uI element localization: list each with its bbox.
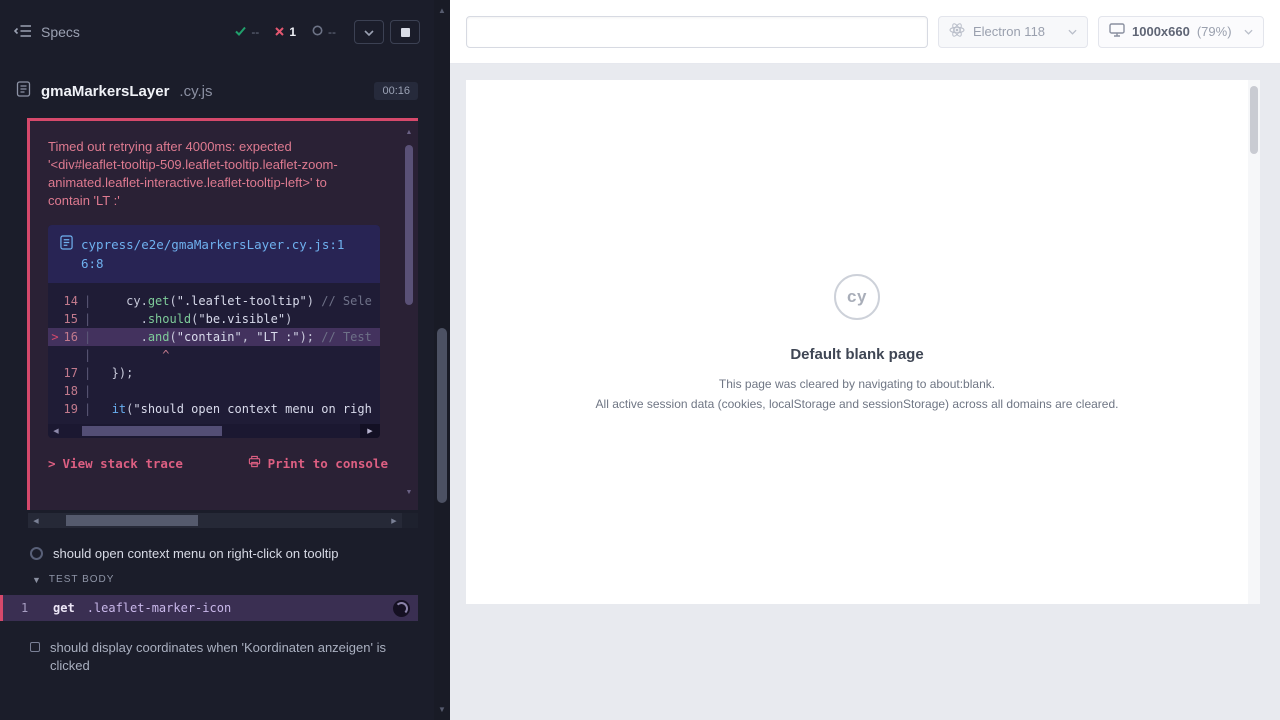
scroll-left-icon[interactable]: ◀ [48,427,64,435]
main-area: Electron 118 1000x660 (79%) cy Default b… [450,0,1280,720]
viewport-scale: (79%) [1197,24,1232,39]
chevron-down-icon [364,23,374,41]
test-item-running[interactable]: should open context menu on right-click … [0,546,434,561]
viewport-info-button[interactable]: 1000x660 (79%) [1098,16,1264,48]
blank-page-content: cy Default blank page This page was clea… [466,80,1260,604]
spec-name: gmaMarkersLayer [41,83,169,100]
chevron-down-icon: ▼ [32,575,41,585]
viewport-icon [1109,23,1125,40]
spec-extension: .cy.js [179,83,212,100]
reporter-vertical-scrollbar: ▲ ▼ [434,0,450,720]
specs-list-icon [14,24,32,41]
pending-circle-icon [312,25,323,39]
aut-page: cy Default blank page This page was clea… [466,80,1260,604]
view-stack-trace-button[interactable]: > View stack trace [48,455,183,471]
scrollbar-thumb[interactable] [437,328,447,503]
blank-page-line1: This page was cleared by navigating to a… [719,377,995,391]
check-icon [235,25,246,39]
code-frame-header: cypress/e2e/gmaMarkersLayer.cy.js:16:8 [48,225,380,283]
blank-page-title: Default blank page [790,346,923,363]
viewport-size: 1000x660 [1132,24,1190,39]
aut-header: Electron 118 1000x660 (79%) [450,0,1280,64]
print-to-console-button[interactable]: Print to console [248,455,388,471]
error-actions: > View stack trace Print to console [48,455,418,471]
error-message: Timed out retrying after 4000ms: expecte… [48,138,382,210]
test-body-label: TEST BODY [49,574,115,585]
stat-pending: -- [312,25,336,39]
page-vertical-scrollbar [1248,80,1260,604]
stat-passed: -- [235,25,259,39]
chevron-down-icon [1068,29,1077,35]
aut-container: cy Default blank page This page was clea… [450,64,1280,720]
spec-header: gmaMarkersLayer .cy.js 00:16 [0,64,434,118]
blank-page-line2: All active session data (cookies, localS… [596,397,1119,411]
code-frame-horizontal-scrollbar: ◀ ▶ [48,424,380,438]
scroll-up-icon[interactable]: ▲ [404,129,414,136]
cypress-logo: cy [834,274,880,320]
reporter-sidebar: Specs -- 1 -- [0,0,434,720]
error-vertical-scrollbar: ▲ ▼ [404,129,414,496]
collapse-all-button[interactable] [354,20,384,44]
scrollbar-thumb[interactable] [1250,86,1258,154]
stat-failed: 1 [275,25,296,39]
electron-icon [949,22,965,41]
reporter-header-buttons [354,20,420,44]
test-queued-icon [30,642,40,652]
command-number: 1 [21,601,41,615]
chevron-right-icon: > [48,456,56,471]
scroll-right-icon[interactable]: ▶ [386,517,402,525]
scrollbar-thumb[interactable] [82,426,222,436]
error-file-link[interactable]: cypress/e2e/gmaMarkersLayer.cy.js:16:8 [81,235,347,273]
scroll-down-icon[interactable]: ▼ [434,705,450,714]
command-method: get [53,601,75,615]
reporter-header: Specs -- 1 -- [0,0,434,64]
scroll-right-icon[interactable]: ▶ [360,424,380,438]
printer-icon [248,455,261,471]
code-file-icon [60,235,73,255]
error-panel: Timed out retrying after 4000ms: expecte… [27,118,418,510]
test-title: should display coordinates when 'Koordin… [50,639,406,675]
spec-file-icon [16,81,31,102]
stop-icon [401,28,410,37]
specs-list-button[interactable]: Specs [14,24,80,41]
scrollbar-corner [402,513,418,528]
scrollbar-track[interactable] [44,513,386,528]
test-body-toggle[interactable]: ▼ TEST BODY [0,574,434,585]
code-frame: cypress/e2e/gmaMarkersLayer.cy.js:16:8 1… [48,225,380,438]
test-running-spinner-icon [30,547,43,560]
scrollbar-track[interactable] [64,424,360,438]
stop-run-button[interactable] [390,20,420,44]
browser-select-button[interactable]: Electron 118 [938,16,1088,48]
scroll-up-icon[interactable]: ▲ [434,6,450,15]
test-stats: -- 1 -- [235,25,336,39]
x-icon [275,25,284,39]
url-input[interactable] [466,16,928,48]
spec-duration: 00:16 [374,82,418,100]
test-item-queued[interactable]: should display coordinates when 'Koordin… [0,639,434,675]
command-log-entry[interactable]: 1 get .leaflet-marker-icon [0,595,418,621]
code-lines: 14| cy.get(".leaflet-tooltip") // Sele15… [48,283,380,420]
scrollbar-thumb[interactable] [66,515,198,526]
browser-label: Electron 118 [973,24,1045,39]
test-title: should open context menu on right-click … [53,546,338,561]
scroll-left-icon[interactable]: ◀ [28,517,44,525]
command-target: .leaflet-marker-icon [87,601,232,615]
command-pending-spinner-icon [393,600,410,617]
scroll-down-icon[interactable]: ▼ [404,489,414,496]
chevron-down-icon [1244,29,1253,35]
scrollbar-thumb[interactable] [405,145,413,305]
reporter-horizontal-scrollbar: ◀ ▶ [28,513,418,528]
specs-label: Specs [41,24,80,40]
